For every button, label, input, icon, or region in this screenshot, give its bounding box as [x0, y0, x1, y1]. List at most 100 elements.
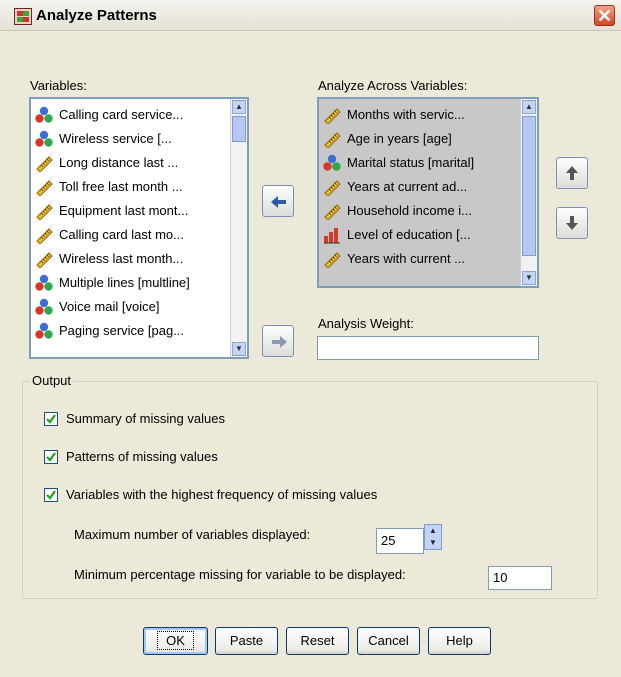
max-vars-label: Maximum number of variables displayed: — [74, 527, 311, 542]
nominal-icon — [35, 298, 53, 316]
arrow-left-icon — [271, 196, 286, 208]
list-item[interactable]: Calling card last mo... — [35, 223, 190, 247]
min-pct-label: Minimum percentage missing for variable … — [74, 567, 406, 582]
ordinal-icon — [323, 226, 341, 244]
analyze-patterns-dialog: Analyze Patterns ✕ Variables: Calling ca… — [0, 0, 621, 677]
list-item-label: Years with current ... — [347, 251, 466, 266]
list-item[interactable]: Years at current ad... — [323, 175, 474, 199]
scale-icon — [35, 250, 53, 269]
spin-down-icon[interactable]: ▼ — [425, 537, 441, 549]
window-title: Analyze Patterns — [36, 7, 157, 24]
list-item[interactable]: Level of education [... — [323, 223, 474, 247]
list-item[interactable]: Age in years [age] — [323, 127, 474, 151]
arrow-right-icon — [272, 336, 287, 348]
scale-icon — [35, 178, 53, 197]
arrow-up-icon — [566, 166, 578, 180]
list-item-label: Equipment last mont... — [59, 203, 189, 218]
ok-button[interactable]: OK — [143, 627, 208, 655]
move-up-button[interactable] — [556, 157, 588, 189]
min-pct-field[interactable]: 10 — [488, 566, 552, 590]
max-vars-field[interactable]: 25 — [376, 528, 424, 554]
variables-list: Calling card service... Wireless service … — [35, 103, 190, 343]
analysis-weight-label: Analysis Weight: — [318, 316, 414, 331]
list-item[interactable]: Toll free last month ... — [35, 175, 190, 199]
list-item-label: Years at current ad... — [347, 179, 468, 194]
highest-frequency-label[interactable]: Variables with the highest frequency of … — [66, 487, 377, 502]
paste-button[interactable]: Paste — [215, 627, 278, 655]
help-button[interactable]: Help — [428, 627, 491, 655]
list-item-label: Calling card service... — [59, 107, 184, 122]
analysis-weight-field[interactable] — [317, 336, 539, 360]
list-item[interactable]: Long distance last ... — [35, 151, 190, 175]
title-bar[interactable]: Analyze Patterns ✕ — [0, 0, 621, 31]
move-down-button[interactable] — [556, 207, 588, 239]
move-to-analyze-button[interactable] — [262, 185, 294, 217]
ok-button-label: OK — [157, 631, 194, 650]
scroll-down-icon[interactable]: ▼ — [232, 342, 246, 356]
scale-icon — [323, 202, 341, 221]
patterns-checkbox[interactable] — [44, 450, 58, 464]
scale-icon — [323, 130, 341, 149]
list-item-label: Toll free last month ... — [59, 179, 183, 194]
list-item-label: Long distance last ... — [59, 155, 179, 170]
list-item-label: Months with servic... — [347, 107, 465, 122]
scale-icon — [35, 226, 53, 245]
scale-icon — [323, 178, 341, 197]
list-item-label: Multiple lines [multline] — [59, 275, 190, 290]
list-item-label: Level of education [... — [347, 227, 471, 242]
scroll-thumb[interactable] — [232, 116, 246, 142]
list-item[interactable]: Voice mail [voice] — [35, 295, 190, 319]
scroll-down-icon[interactable]: ▼ — [522, 271, 536, 285]
scroll-up-icon[interactable]: ▲ — [232, 100, 246, 114]
summary-label[interactable]: Summary of missing values — [66, 411, 225, 426]
scroll-thumb[interactable] — [522, 116, 536, 256]
list-item[interactable]: Calling card service... — [35, 103, 190, 127]
list-item-label: Wireless last month... — [59, 251, 184, 266]
list-item-label: Household income i... — [347, 203, 473, 218]
cancel-button[interactable]: Cancel — [357, 627, 420, 655]
list-item-label: Wireless service [... — [59, 131, 172, 146]
scale-icon — [35, 202, 53, 221]
list-item-label: Paging service [pag... — [59, 323, 185, 338]
nominal-icon — [35, 106, 53, 124]
analyze-across-listbox[interactable]: Months with servic... Age in years [age] M… — [317, 97, 539, 288]
analyze-across-scrollbar[interactable]: ▲ ▼ — [520, 99, 537, 286]
analyze-across-label: Analyze Across Variables: — [318, 78, 467, 93]
scroll-up-icon[interactable]: ▲ — [522, 100, 536, 114]
variables-scrollbar[interactable]: ▲ ▼ — [230, 99, 247, 357]
highest-frequency-checkbox[interactable] — [44, 488, 58, 502]
variables-label: Variables: — [30, 78, 87, 93]
list-item[interactable]: Household income i... — [323, 199, 474, 223]
patterns-label[interactable]: Patterns of missing values — [66, 449, 218, 464]
analyze-across-label-text: Analyze Across Variables: — [318, 78, 468, 93]
move-to-weight-button[interactable] — [262, 325, 294, 357]
checkmark-icon — [46, 414, 56, 424]
nominal-icon — [323, 154, 341, 172]
scale-icon — [323, 250, 341, 269]
list-item[interactable]: Months with servic... — [323, 103, 474, 127]
app-icon — [14, 8, 32, 25]
list-item[interactable]: Wireless service [... — [35, 127, 190, 151]
arrow-down-icon — [566, 216, 578, 230]
summary-checkbox[interactable] — [44, 412, 58, 426]
close-button[interactable]: ✕ — [594, 5, 615, 26]
variables-label-text: Variables: — [30, 78, 87, 93]
spin-up-icon[interactable]: ▲ — [425, 525, 441, 537]
reset-button[interactable]: Reset — [286, 627, 349, 655]
list-item[interactable]: Years with current ... — [323, 247, 474, 271]
nominal-icon — [35, 274, 53, 292]
list-item[interactable]: Multiple lines [multline] — [35, 271, 190, 295]
list-item-label: Voice mail [voice] — [59, 299, 160, 314]
checkmark-icon — [46, 452, 56, 462]
analyze-across-list: Months with servic... Age in years [age] M… — [323, 103, 474, 271]
nominal-icon — [35, 322, 53, 340]
variables-listbox[interactable]: Calling card service... Wireless service … — [29, 97, 249, 359]
list-item[interactable]: Equipment last mont... — [35, 199, 190, 223]
scale-icon — [323, 106, 341, 125]
max-vars-spinner[interactable]: ▲ ▼ — [424, 524, 442, 550]
list-item-label: Calling card last mo... — [59, 227, 184, 242]
list-item[interactable]: Wireless last month... — [35, 247, 190, 271]
list-item[interactable]: Marital status [marital] — [323, 151, 474, 175]
list-item[interactable]: Paging service [pag... — [35, 319, 190, 343]
checkmark-icon — [46, 490, 56, 500]
